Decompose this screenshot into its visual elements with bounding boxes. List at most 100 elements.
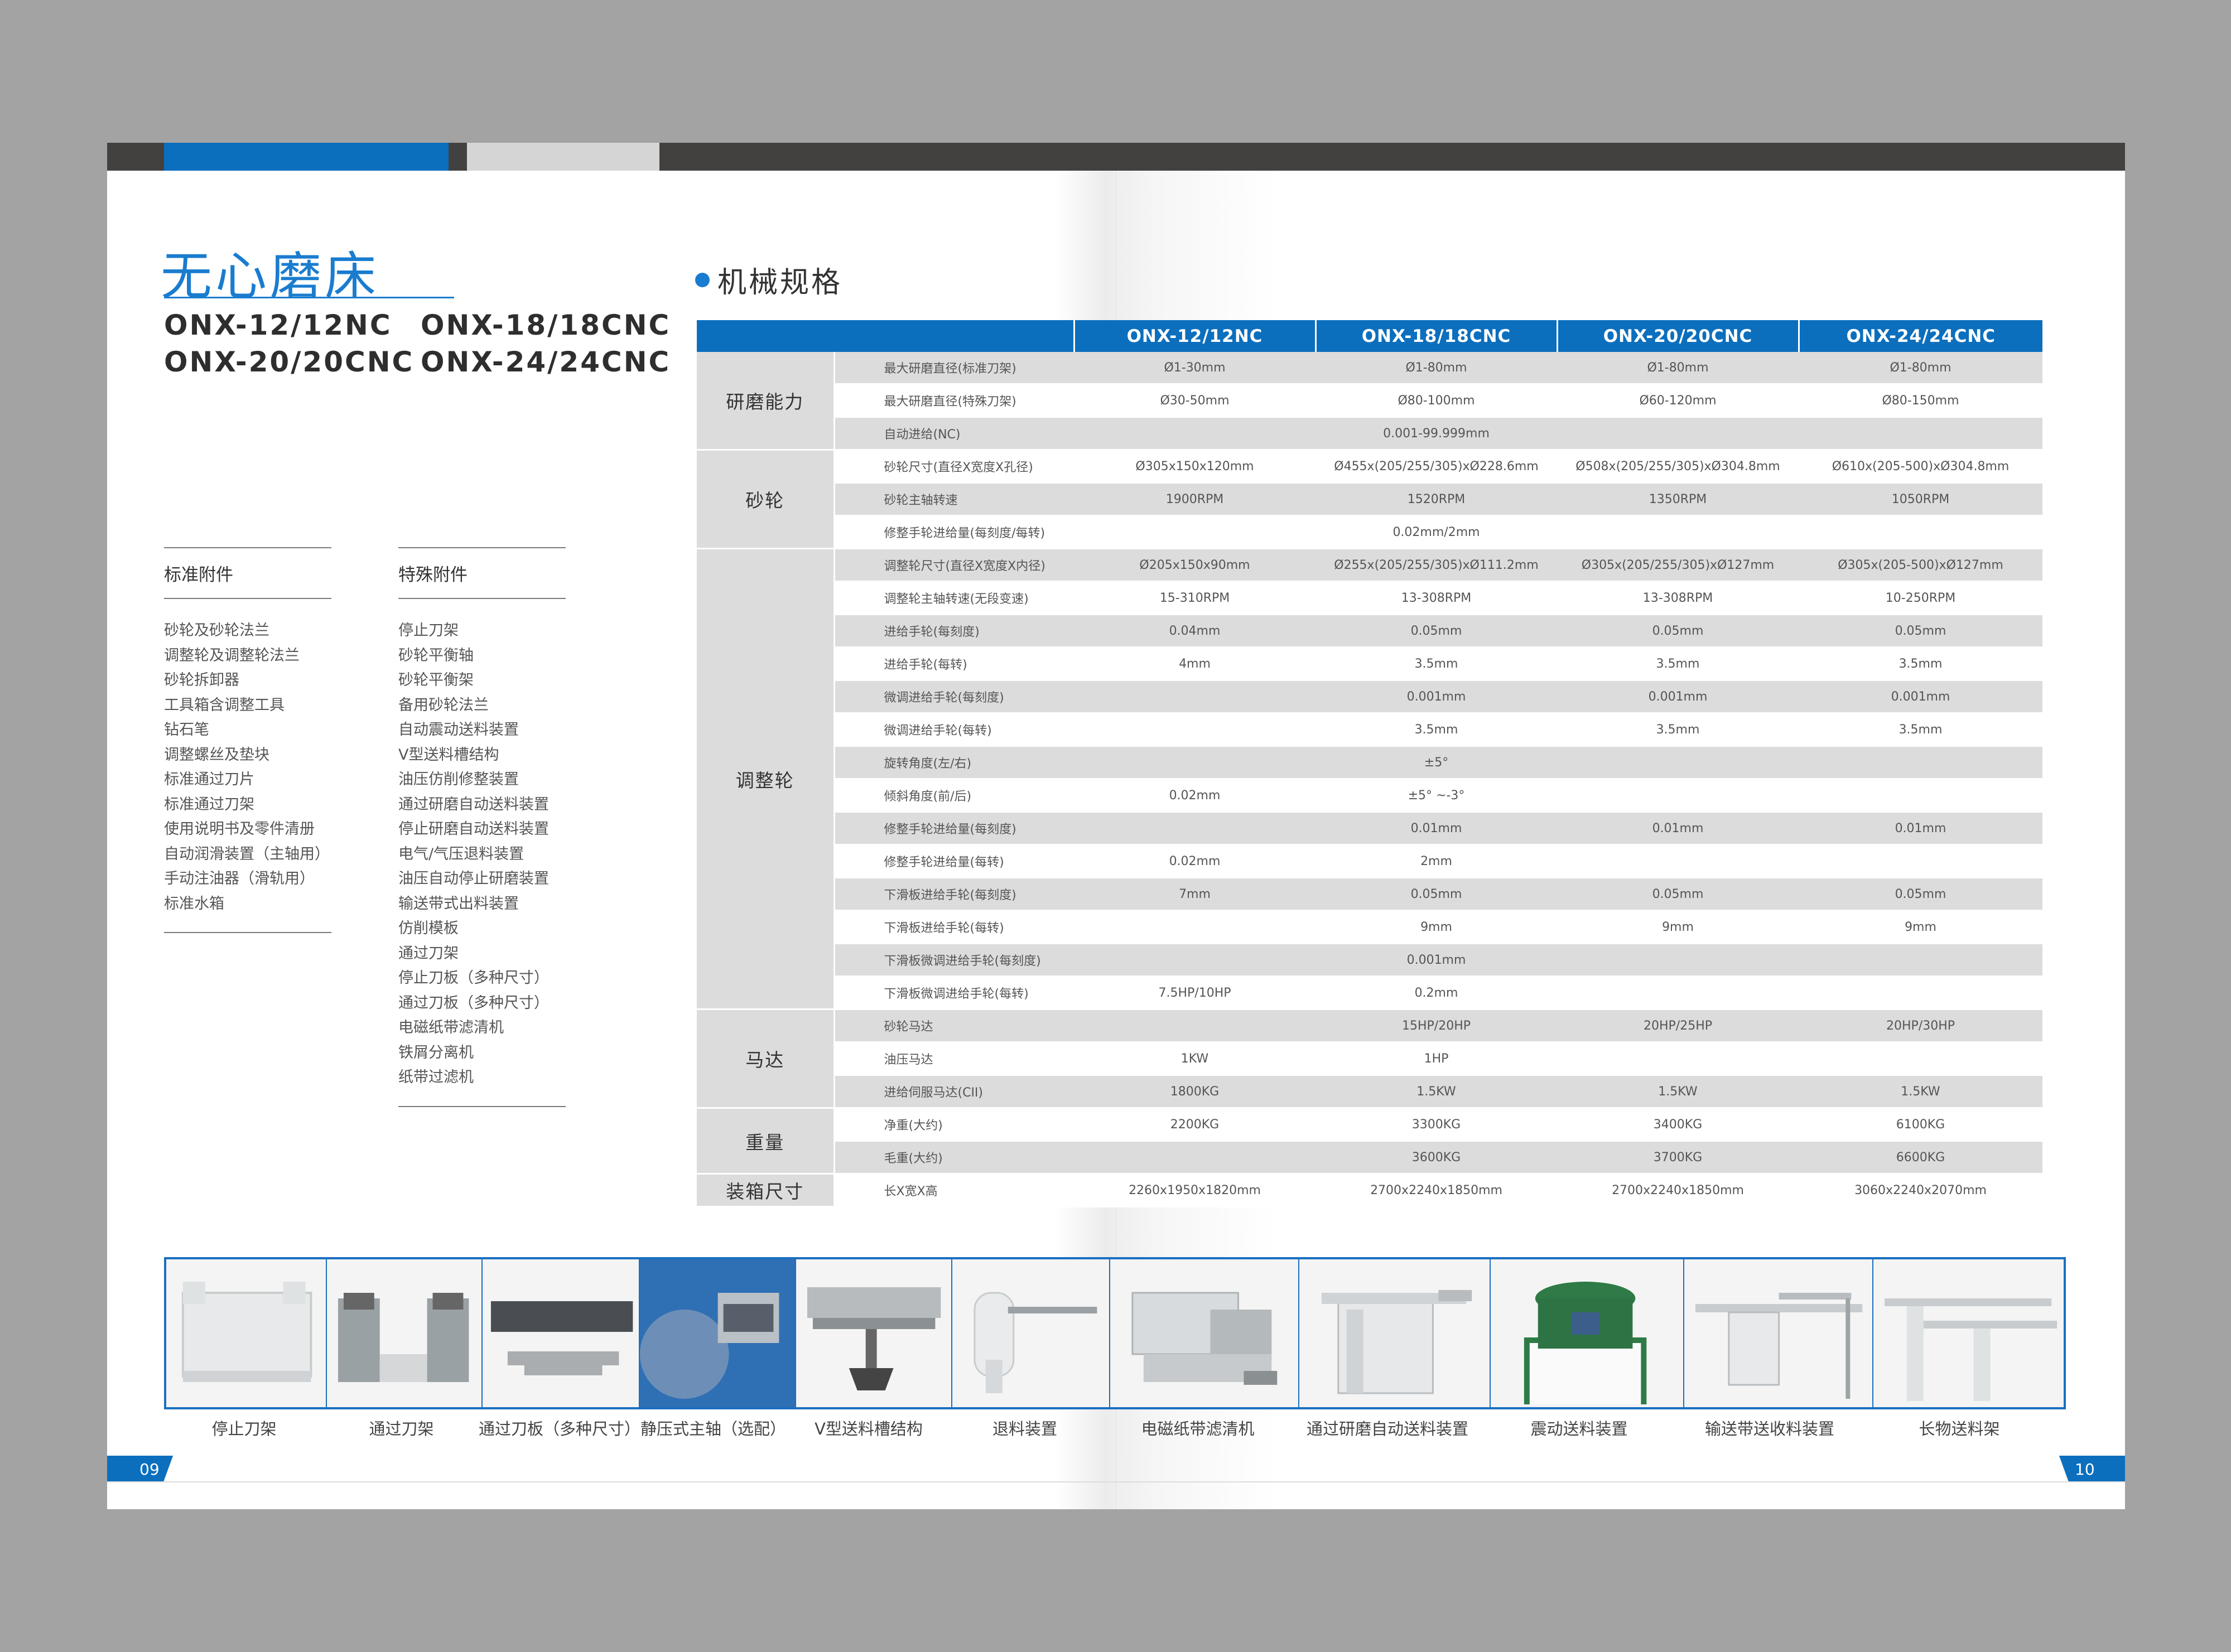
accessory-item: 停止研磨自动送料装置 bbox=[398, 820, 549, 838]
spec-value: 1050RPM bbox=[1799, 482, 2042, 516]
spec-row: 调整轮 调整轮尺寸(直径X宽度X内径) Ø205x150x90mm Ø255x(205… bbox=[697, 548, 2042, 1010]
product-caption: 退料装置 bbox=[992, 1419, 1057, 1438]
unloading-device-photo bbox=[974, 1292, 1097, 1393]
spec-row: 油压马达 1KW 1HP bbox=[697, 1042, 2042, 1076]
spec-item-label: 下滑板微调进给手轮(每刻度) bbox=[834, 943, 1074, 977]
spec-value: Ø508x(205/255/305)xØ304.8mm bbox=[1557, 450, 1799, 484]
spec-value: 3.5mm bbox=[1799, 647, 2042, 681]
spec-item-label: 油压马达 bbox=[834, 1042, 1074, 1076]
spec-value: 3600KG bbox=[1316, 1141, 1557, 1175]
spec-value bbox=[1557, 943, 1799, 977]
spec-item-label: 修整手轮进给量(每转) bbox=[834, 844, 1074, 878]
spec-item-label: 最大研磨直径(特殊刀架) bbox=[834, 384, 1074, 418]
accessory-item: 输送带式出料装置 bbox=[398, 895, 519, 912]
accessory-item: 仿削模板 bbox=[398, 920, 459, 937]
spec-value: ±5° bbox=[1316, 746, 1557, 780]
spec-item-label: 下滑板进给手轮(每刻度) bbox=[834, 877, 1074, 911]
bullet-dot-icon bbox=[695, 272, 710, 287]
spec-value: Ø305x(205-500)xØ127mm bbox=[1799, 548, 2042, 582]
spec-group-label: 调整轮 bbox=[697, 548, 835, 1010]
accessory-item: 停止刀架 bbox=[398, 622, 459, 639]
product-photo bbox=[796, 1259, 952, 1407]
spec-row: 砂轮 砂轮尺寸(直径X宽度X孔径) Ø305x150x120mm Ø455x(205/… bbox=[697, 450, 2042, 549]
spec-value: 0.02mm bbox=[1074, 779, 1316, 813]
standard-accessories-heading: 标准附件 bbox=[164, 565, 233, 585]
standard-accessories-list: 砂轮及砂轮法兰 调整轮及调整轮法兰 砂轮拆卸器 工具箱含调整工具 钻石笔 调整螺丝及垫块标… bbox=[164, 619, 331, 916]
divider bbox=[164, 932, 331, 933]
spec-item-label: 修整手轮进给量(每刻度/每转) bbox=[834, 515, 1074, 549]
spec-value: 7mm bbox=[1074, 877, 1316, 911]
spec-value: 9mm bbox=[1799, 910, 2042, 944]
hydrostatic-spindle-photo bbox=[640, 1259, 796, 1407]
spec-value bbox=[1799, 746, 2042, 780]
spec-value: 0.01mm bbox=[1557, 811, 1799, 846]
spec-value: 0.01mm bbox=[1799, 811, 2042, 846]
spec-value: 0.001mm bbox=[1799, 680, 2042, 714]
spec-value: Ø305x(205/255/305)xØ127mm bbox=[1557, 548, 1799, 582]
spec-value bbox=[1799, 515, 2042, 549]
product-photo bbox=[1299, 1259, 1491, 1407]
accessory-item: 电气/气压退料装置 bbox=[398, 845, 524, 863]
spec-item-label: 长X宽X高 bbox=[834, 1173, 1074, 1207]
spec-value: 3700KG bbox=[1557, 1141, 1799, 1175]
model-name: ONX-18/18CNC bbox=[421, 309, 671, 341]
spec-value: Ø30-50mm bbox=[1074, 384, 1316, 418]
spec-item-label: 下滑板进给手轮(每转) bbox=[834, 910, 1074, 944]
spec-value: 1.5KW bbox=[1557, 1075, 1799, 1109]
spec-value: Ø610x(205-500)xØ304.8mm bbox=[1799, 450, 2042, 484]
product-photo bbox=[1873, 1259, 2064, 1407]
spec-item-label: 砂轮马达 bbox=[834, 1009, 1074, 1043]
v-feed-trough-photo bbox=[807, 1287, 941, 1390]
page-number-right: 10 bbox=[2075, 1460, 2095, 1479]
spec-table-header: ONX-12/12NC ONX-18/18CNC ONX-20/20CNC ON… bbox=[697, 320, 2042, 352]
spec-value: 0.01mm bbox=[1316, 811, 1557, 846]
spec-row: 下滑板进给手轮(每刻度) 7mm 0.05mm 0.05mm 0.05mm bbox=[697, 877, 2042, 911]
spec-value: 1KW bbox=[1074, 1042, 1316, 1076]
model-list: ONX-12/12NC ONX-18/18CNC ONX-20/20CNC ON… bbox=[164, 309, 671, 378]
spec-value bbox=[1074, 417, 1316, 451]
product-photo bbox=[952, 1259, 1111, 1407]
product-caption: 长物送料架 bbox=[1919, 1419, 2000, 1438]
spec-item-label: 毛重(大约) bbox=[834, 1141, 1074, 1175]
spec-item-label: 砂轮主轴转速 bbox=[834, 482, 1074, 516]
spec-row: 调整轮主轴转速(无段变速) 15-310RPM 13-308RPM 13-308RPM… bbox=[697, 581, 2042, 615]
spec-value bbox=[1074, 811, 1316, 846]
spec-row: 旋转角度(左/右) ±5° bbox=[697, 746, 2042, 780]
spec-value bbox=[1074, 910, 1316, 944]
accessory-item: 砂轮及砂轮法兰 bbox=[164, 622, 269, 639]
spec-value: 1.5KW bbox=[1316, 1075, 1557, 1109]
spec-value: 1350RPM bbox=[1557, 482, 1799, 516]
spec-value: 0.001mm bbox=[1316, 943, 1557, 977]
spec-row: 最大研磨直径(特殊刀架) Ø30-50mm Ø80-100mm Ø60-120mm Ø8… bbox=[697, 384, 2042, 418]
spec-value: 0.05mm bbox=[1557, 877, 1799, 911]
spec-group-label: 装箱尺寸 bbox=[697, 1173, 835, 1207]
spec-value: 3.5mm bbox=[1316, 647, 1557, 681]
spec-column-header: ONX-12/12NC bbox=[1074, 320, 1317, 352]
spec-value: 2700x2240x1850mm bbox=[1316, 1173, 1557, 1207]
spec-item-label: 进给伺服马达(CII) bbox=[834, 1075, 1074, 1109]
product-caption: V型送料槽结构 bbox=[815, 1419, 923, 1438]
special-accessories-heading: 特殊附件 bbox=[398, 565, 468, 585]
model-name: ONX-24/24CNC bbox=[421, 346, 671, 378]
spec-item-label: 旋转角度(左/右) bbox=[834, 746, 1074, 780]
accessory-item: 通过刀架 bbox=[398, 944, 459, 962]
divider bbox=[398, 598, 566, 599]
product-photo bbox=[482, 1259, 640, 1407]
product-photo bbox=[166, 1259, 327, 1407]
accessory-item: 标准通过刀架 bbox=[164, 795, 254, 813]
spec-value bbox=[1557, 844, 1799, 878]
spec-row: 下滑板微调进给手轮(每刻度) 0.001mm bbox=[697, 943, 2042, 977]
spec-value: 20HP/25HP bbox=[1557, 1009, 1799, 1043]
spec-value bbox=[1557, 746, 1799, 780]
spec-item-label: 调整轮尺寸(直径X宽度X内径) bbox=[834, 548, 1074, 582]
spec-value bbox=[1074, 515, 1316, 549]
spec-value: 9mm bbox=[1557, 910, 1799, 944]
spec-value bbox=[1799, 844, 2042, 878]
product-caption: 停止刀架 bbox=[211, 1419, 277, 1438]
vibratory-feeder-photo bbox=[1524, 1282, 1647, 1404]
spec-value: Ø1-80mm bbox=[1316, 352, 1557, 385]
spec-value: 2200KG bbox=[1074, 1108, 1316, 1142]
product-photo bbox=[640, 1259, 797, 1407]
spec-value: 3.5mm bbox=[1316, 713, 1557, 747]
spec-value bbox=[1799, 976, 2042, 1010]
